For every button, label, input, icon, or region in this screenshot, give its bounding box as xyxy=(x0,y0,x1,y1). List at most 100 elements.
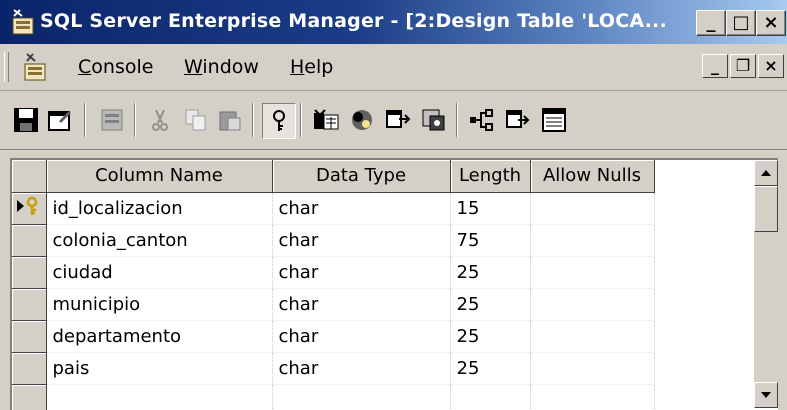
manage-indexes-icon xyxy=(314,109,339,130)
maximize-button[interactable]: □ xyxy=(726,10,756,36)
row-selector-header xyxy=(12,160,47,193)
menu-help[interactable]: Help xyxy=(290,56,333,78)
dependencies-button[interactable] xyxy=(466,103,498,137)
row-selector[interactable] xyxy=(12,192,47,225)
row-selector[interactable] xyxy=(12,352,47,385)
menu-window[interactable]: Window xyxy=(184,56,259,78)
paste-button[interactable] xyxy=(214,103,246,137)
set-primary-key-button[interactable] xyxy=(262,103,296,139)
menu-window-label: indow xyxy=(202,56,259,78)
scrollbar-thumb[interactable] xyxy=(754,186,778,232)
cell-length[interactable]: 25 xyxy=(450,256,531,289)
scroll-up-button[interactable] xyxy=(754,160,778,186)
cell-allow-nulls[interactable] xyxy=(530,192,655,225)
cell-data-type[interactable]: char xyxy=(272,352,451,385)
cell-allow-nulls[interactable] xyxy=(530,352,655,385)
table-row[interactable]: pais char 25 xyxy=(12,352,655,385)
cell-length[interactable]: 25 xyxy=(450,288,531,321)
manage-triggers-icon xyxy=(422,109,445,131)
cell-column-name[interactable]: pais xyxy=(46,352,273,385)
table-row[interactable]: departamento char 25 xyxy=(12,320,655,353)
table-row-new[interactable] xyxy=(12,384,655,410)
column-header-allow-nulls[interactable]: Allow Nulls xyxy=(530,160,655,193)
column-header-column-name[interactable]: Column Name xyxy=(46,160,273,193)
header-row: Column Name Data Type Length Allow Nulls xyxy=(12,160,655,193)
child-minimize-button[interactable]: _ xyxy=(702,54,728,78)
menu-bar: Console Window Help _ ❐ × xyxy=(0,44,787,91)
save-button[interactable] xyxy=(10,103,42,137)
cell-column-name[interactable]: ciudad xyxy=(46,256,273,289)
insert-column-button[interactable] xyxy=(96,103,128,137)
cell-column-name[interactable]: municipio xyxy=(46,288,273,321)
child-close-button[interactable]: × xyxy=(758,54,784,78)
cell-data-type[interactable]: char xyxy=(272,288,451,321)
cell-column-name[interactable] xyxy=(46,384,273,410)
copy-icon xyxy=(185,109,206,131)
title-bar: SQL Server Enterprise Manager - [2:Desig… xyxy=(0,0,787,44)
minimize-button[interactable]: _ xyxy=(696,10,726,36)
row-selector[interactable] xyxy=(12,256,47,289)
toolbar-separator xyxy=(300,103,302,137)
document-window-icon[interactable] xyxy=(22,52,48,82)
arrow-up-icon xyxy=(761,170,771,176)
properties-button[interactable] xyxy=(44,103,76,137)
row-selector[interactable] xyxy=(12,384,47,410)
manage-triggers-button[interactable] xyxy=(418,103,450,137)
cell-allow-nulls[interactable] xyxy=(530,320,655,353)
cell-allow-nulls[interactable] xyxy=(530,256,655,289)
cell-column-name[interactable]: departamento xyxy=(46,320,273,353)
cell-length[interactable]: 25 xyxy=(450,320,531,353)
cell-length[interactable]: 75 xyxy=(450,224,531,257)
menu-window-accel: W xyxy=(184,56,203,78)
menu-help-accel: H xyxy=(290,56,305,78)
insert-column-icon xyxy=(101,109,123,131)
row-selector[interactable] xyxy=(12,320,47,353)
scroll-down-button[interactable] xyxy=(754,382,778,408)
toolbar-separator xyxy=(134,103,136,137)
cell-column-name[interactable]: id_localizacion xyxy=(46,192,273,225)
cell-length[interactable] xyxy=(450,384,531,410)
child-restore-button[interactable]: ❐ xyxy=(730,54,756,78)
cell-column-name[interactable]: colonia_canton xyxy=(46,224,273,257)
toolbar xyxy=(0,91,787,150)
manage-relationships-button[interactable] xyxy=(346,103,378,137)
cell-data-type[interactable]: char xyxy=(272,224,451,257)
manage-constraints-icon xyxy=(386,110,411,128)
menu-console[interactable]: Console xyxy=(78,56,153,78)
enterprise-manager-app-icon[interactable] xyxy=(10,8,36,36)
cut-icon xyxy=(152,109,168,131)
cell-data-type[interactable] xyxy=(272,384,451,410)
columns-table: Column Name Data Type Length Allow Nulls… xyxy=(12,160,655,410)
cell-data-type[interactable]: char xyxy=(272,192,451,225)
row-selector[interactable] xyxy=(12,288,47,321)
generate-script-icon xyxy=(506,110,530,128)
cell-allow-nulls[interactable] xyxy=(530,224,655,257)
copy-button[interactable] xyxy=(180,103,212,137)
table-row[interactable]: ciudad char 25 xyxy=(12,256,655,289)
table-design-grid: Column Name Data Type Length Allow Nulls… xyxy=(10,158,778,410)
manage-indexes-button[interactable] xyxy=(310,103,342,137)
cell-allow-nulls[interactable] xyxy=(530,384,655,410)
table-row[interactable]: municipio char 25 xyxy=(12,288,655,321)
paste-icon xyxy=(219,111,241,131)
generate-script-button[interactable] xyxy=(502,103,534,137)
menu-console-accel: C xyxy=(78,56,92,78)
cell-length[interactable]: 15 xyxy=(450,192,531,225)
table-row[interactable]: id_localizacion char 15 xyxy=(12,192,655,225)
cell-allow-nulls[interactable] xyxy=(530,288,655,321)
column-header-length[interactable]: Length xyxy=(450,160,531,193)
column-header-data-type[interactable]: Data Type xyxy=(272,160,451,193)
menu-help-label: elp xyxy=(304,56,334,78)
manage-constraints-button[interactable] xyxy=(382,103,414,137)
vertical-scrollbar[interactable] xyxy=(754,160,778,408)
row-selector[interactable] xyxy=(12,224,47,257)
toolbar-separator xyxy=(456,103,458,137)
manage-relationships-icon xyxy=(352,110,372,130)
cell-data-type[interactable]: char xyxy=(272,256,451,289)
table-row[interactable]: colonia_canton char 75 xyxy=(12,224,655,257)
cell-length[interactable]: 25 xyxy=(450,352,531,385)
close-button[interactable]: × xyxy=(756,10,786,36)
cell-data-type[interactable]: char xyxy=(272,320,451,353)
cut-button[interactable] xyxy=(144,103,176,137)
grid-view-button[interactable] xyxy=(538,103,570,137)
